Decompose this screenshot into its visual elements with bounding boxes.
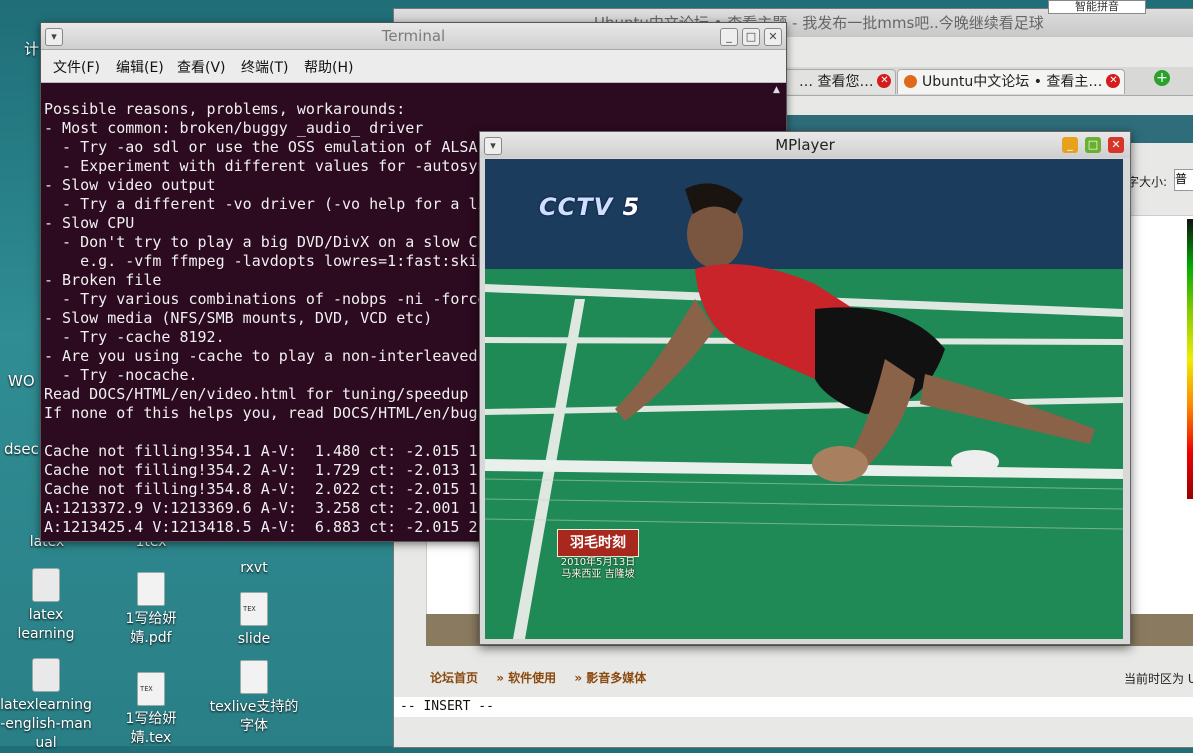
- desktop-edge-label-2: WO: [8, 372, 35, 390]
- folder-icon: [32, 658, 60, 692]
- pdf-file-icon: [137, 572, 165, 606]
- ime-indicator[interactable]: 智能拼音: [1048, 0, 1146, 14]
- cctv-logo-text: CCTV: [539, 193, 614, 221]
- video-frame[interactable]: CCTV 5 羽毛时刻 2010年5月13日 马来西亚 吉隆坡: [485, 159, 1123, 639]
- desktop-icon-label: slide: [237, 631, 271, 647]
- channel-number: 5: [622, 193, 641, 221]
- desktop-icon-label: 1写给妍婧.tex: [125, 711, 177, 746]
- terminal-title: Terminal: [381, 27, 446, 45]
- folder-icon: [32, 568, 60, 602]
- menu-help[interactable]: 帮助(H): [304, 57, 353, 77]
- close-icon[interactable]: ✕: [1106, 74, 1121, 88]
- menu-terminal[interactable]: 终端(T): [241, 57, 288, 77]
- cctv-logo: CCTV 5: [539, 193, 640, 221]
- ubuntu-favicon-icon: [904, 75, 917, 88]
- font-size-label: 字大小:: [1127, 175, 1168, 189]
- desktop-icon-slide[interactable]: TEX slide: [209, 592, 299, 649]
- terminal-titlebar[interactable]: ▾ Terminal _ □ ✕: [41, 23, 786, 50]
- desktop-icon-tex[interactable]: TEX 1写给妍婧.tex: [106, 672, 196, 748]
- maximize-button[interactable]: □: [742, 28, 760, 46]
- tab-label: Ubuntu中文论坛 • 查看主…: [922, 74, 1103, 90]
- desktop-icon-label: latexlearning-english-manual: [0, 697, 92, 751]
- desktop-icon-texlive-fonts[interactable]: texlive支持的字体: [209, 660, 299, 736]
- desktop-icon-label: texlive支持的字体: [209, 699, 299, 734]
- close-button[interactable]: ✕: [764, 28, 782, 46]
- scroll-up-icon[interactable]: ▲: [773, 85, 780, 95]
- broadcast-badge: 羽毛时刻: [557, 529, 639, 557]
- menu-file[interactable]: 文件(F): [53, 57, 100, 77]
- menu-view[interactable]: 查看(V): [177, 57, 226, 77]
- terminal-menubar: 文件(F) 编辑(E) 查看(V) 终端(T) 帮助(H): [41, 50, 786, 83]
- desktop-edge-label-3: dsec: [4, 440, 39, 458]
- desktop-icon-latexlearning-manual[interactable]: latexlearning-english-manual: [0, 658, 92, 753]
- breadcrumb: 论坛首页 » 软件使用 » 影音多媒体: [430, 669, 660, 686]
- new-tab-button[interactable]: +: [1154, 70, 1170, 86]
- desktop-icon-label: latex learning: [17, 607, 75, 642]
- broadcast-date: 2010年5月13日: [560, 557, 636, 568]
- vim-mode-line: -- INSERT --: [394, 697, 1193, 717]
- tex-file-icon: TEX: [137, 672, 165, 706]
- breadcrumb-multimedia-link[interactable]: » 影音多媒体: [574, 671, 646, 685]
- minimize-button[interactable]: _: [1062, 137, 1078, 153]
- breadcrumb-software-link[interactable]: » 软件使用: [496, 671, 556, 685]
- mplayer-window[interactable]: ▾ MPlayer _ □ ✕ CCTV 5 羽毛时刻 2010年5月13日 马…: [479, 131, 1131, 645]
- text-file-icon: [240, 660, 268, 694]
- broadcast-location: 马来西亚 吉隆坡: [561, 569, 635, 580]
- player-knee: [812, 446, 868, 482]
- close-button[interactable]: ✕: [1108, 137, 1124, 153]
- breadcrumb-home-link[interactable]: 论坛首页: [430, 671, 478, 685]
- tex-file-icon: TEX: [240, 592, 268, 626]
- mplayer-title: MPlayer: [775, 136, 835, 154]
- minimize-button[interactable]: _: [720, 28, 738, 46]
- tab-view-topic[interactable]: Ubuntu中文论坛 • 查看主… ✕: [897, 69, 1126, 94]
- tab-label: … 查看您…: [799, 74, 874, 90]
- tab-view-profile[interactable]: … 查看您… ✕: [774, 69, 897, 94]
- menu-edit[interactable]: 编辑(E): [116, 57, 164, 77]
- timezone-text: 当前时区为 U: [1124, 672, 1193, 686]
- desktop-icon-rxvt[interactable]: rxvt: [209, 559, 299, 578]
- desktop-icon-label: rxvt: [240, 560, 268, 576]
- desktop-icon-label: 1写给妍婧.pdf: [125, 611, 177, 646]
- desktop-edge-label-1: 计: [24, 40, 40, 58]
- terminal-line: Possible reasons, problems, workarounds:: [44, 100, 406, 118]
- broadcast-caption: 2010年5月13日 马来西亚 吉隆坡: [553, 557, 643, 581]
- desktop-icon-pdf[interactable]: 1写给妍婧.pdf: [106, 572, 196, 648]
- font-size-select[interactable]: 普: [1174, 169, 1193, 191]
- close-icon[interactable]: ✕: [877, 74, 892, 88]
- color-palette-strip: [1187, 219, 1193, 499]
- desktop-icon-latex-learning[interactable]: latex learning: [2, 568, 90, 644]
- maximize-button[interactable]: □: [1085, 137, 1101, 153]
- player-shoe: [951, 450, 999, 474]
- mplayer-titlebar[interactable]: ▾ MPlayer _ □ ✕: [480, 132, 1130, 158]
